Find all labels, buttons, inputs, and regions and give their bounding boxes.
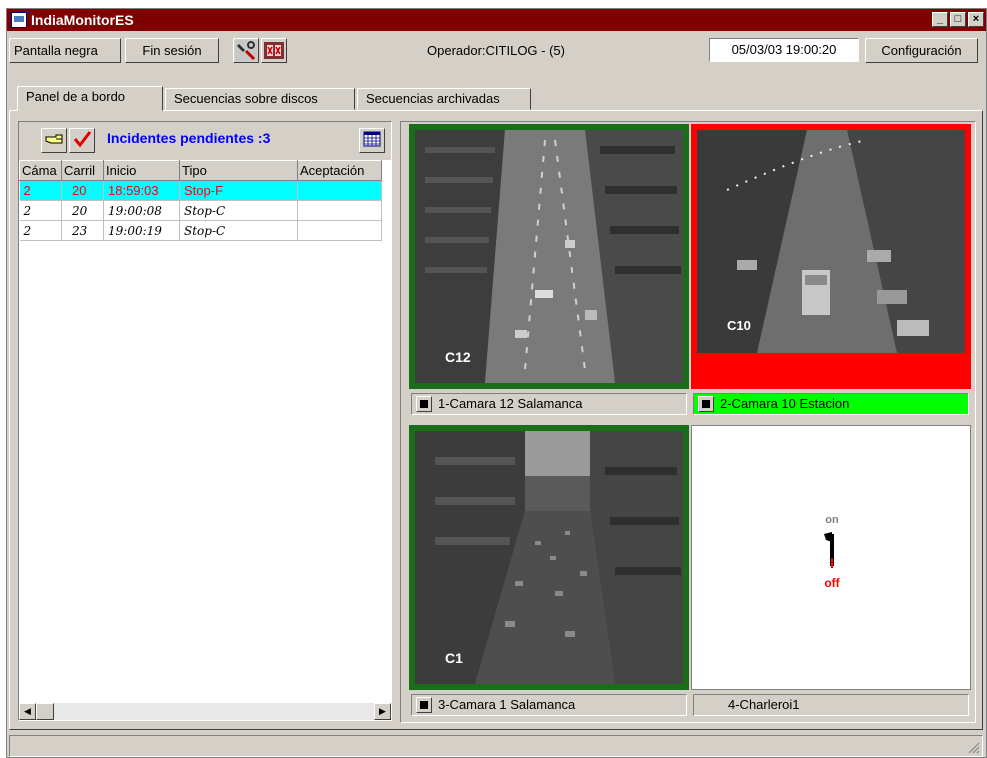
tab-archived-sequences[interactable]: Secuencias archivadas xyxy=(357,88,531,110)
cell-lane: 20 xyxy=(61,180,104,201)
col-lane[interactable]: Carril xyxy=(61,160,104,181)
dashboard-panel: Incidentes pendientes :3 Cáma Carril Ini… xyxy=(9,110,983,730)
camera-label-2[interactable]: 2-Camara 10 Estacion xyxy=(693,393,969,415)
cell-type: Stop-C xyxy=(179,200,298,221)
col-camera[interactable]: Cáma xyxy=(19,160,62,181)
tools-button[interactable] xyxy=(233,38,259,63)
resize-grip-icon[interactable] xyxy=(966,740,980,754)
scroll-right-button[interactable]: ▶ xyxy=(374,703,391,720)
tab-disk-sequences[interactable]: Secuencias sobre discos xyxy=(165,88,355,110)
config-button[interactable]: Configuración xyxy=(865,38,978,63)
camera-name-4: 4-Charleroi1 xyxy=(728,697,800,712)
table-row[interactable]: 2 20 18:59:03 Stop-F xyxy=(19,180,382,201)
camera-label-1[interactable]: 1-Camara 12 Salamanca xyxy=(411,393,687,415)
camera-grid: C12 1-Camara 12 Salamanca C10 2-Camara 1… xyxy=(400,121,976,723)
cell-start: 18:59:03 xyxy=(103,180,180,201)
camera-select-1[interactable] xyxy=(416,396,432,412)
incidents-title: Incidentes pendientes :3 xyxy=(107,130,271,146)
camera-overlay-text: C10 xyxy=(727,318,751,333)
tab-strip: Panel de a bordo Secuencias sobre discos… xyxy=(7,86,986,111)
switch-off-label: off xyxy=(824,576,840,590)
switch-on-label: on xyxy=(825,514,839,526)
camera-overlay-text: C12 xyxy=(445,349,471,365)
cell-camera: 2 xyxy=(19,200,62,221)
camera-name-3: 3-Camara 1 Salamanca xyxy=(438,697,576,712)
camera-tile-1: C12 1-Camara 12 Salamanca xyxy=(409,124,689,424)
col-acceptance[interactable]: Aceptación xyxy=(297,160,382,181)
logout-button[interactable]: Fin sesión xyxy=(125,38,219,63)
camera-label-4[interactable]: 4-Charleroi1 xyxy=(693,694,969,716)
status-bar xyxy=(9,735,983,757)
cell-start: 19:00:19 xyxy=(103,220,180,241)
toolbar: Pantalla negra Fin sesión Operador:CITIL… xyxy=(7,36,986,66)
camera-label-3[interactable]: 3-Camara 1 Salamanca xyxy=(411,694,687,716)
cell-lane: 20 xyxy=(61,200,104,221)
calendar-icon xyxy=(363,131,381,147)
cell-camera: 2 xyxy=(19,180,62,201)
col-start[interactable]: Inicio xyxy=(103,160,180,181)
scroll-thumb[interactable] xyxy=(36,703,54,720)
cell-type: Stop-C xyxy=(179,220,298,241)
camera-feed-2[interactable]: C10 xyxy=(691,124,971,389)
camera-select-2[interactable] xyxy=(698,396,714,412)
checkmark-icon xyxy=(73,131,92,148)
table-row[interactable]: 2 20 19:00:08 Stop-C xyxy=(19,200,382,221)
camera-name-1: 1-Camara 12 Salamanca xyxy=(438,396,583,411)
window-title: IndiaMonitorES xyxy=(31,12,134,28)
camera-tile-2: C10 2-Camara 10 Estacion xyxy=(691,124,971,424)
street-scene-image: C10 xyxy=(697,130,965,353)
black-screen-button[interactable]: Pantalla negra xyxy=(9,38,121,63)
point-button[interactable] xyxy=(41,128,67,153)
table-header: Cáma Carril Inicio Tipo Aceptación xyxy=(19,160,382,181)
cell-camera: 2 xyxy=(19,220,62,241)
datetime-display: 05/03/03 19:00:20 xyxy=(709,38,859,62)
calendar-button[interactable] xyxy=(359,128,385,153)
tab-dashboard[interactable]: Panel de a bordo xyxy=(17,86,163,111)
app-window: IndiaMonitorES _ □ × Pantalla negra Fin … xyxy=(6,8,987,758)
cell-start: 19:00:08 xyxy=(103,200,180,221)
street-scene-image: C1 xyxy=(415,431,683,684)
camera-tile-3: C1 3-Camara 1 Salamanca xyxy=(409,425,689,725)
incidents-panel: Incidentes pendientes :3 Cáma Carril Ini… xyxy=(18,121,392,721)
camera-feed-3[interactable]: C1 xyxy=(409,425,689,690)
camera-feed-4[interactable]: on off xyxy=(691,425,971,690)
camera-select-3[interactable] xyxy=(416,697,432,713)
acknowledge-button[interactable] xyxy=(69,128,95,153)
cell-acceptance xyxy=(297,180,382,201)
app-icon xyxy=(11,12,27,28)
camera-overlay-text: C1 xyxy=(445,650,463,666)
cell-type: Stop-F xyxy=(179,180,298,201)
table-row[interactable]: 2 23 19:00:19 Stop-C xyxy=(19,220,382,241)
street-scene-image: C12 xyxy=(415,130,683,383)
incidents-toolbar: Incidentes pendientes :3 xyxy=(19,122,391,160)
film-icon xyxy=(264,42,284,59)
cell-lane: 23 xyxy=(61,220,104,241)
camera-tile-4: on off 4-Charleroi1 xyxy=(691,425,971,725)
cell-acceptance xyxy=(297,220,382,241)
close-button[interactable]: × xyxy=(968,12,984,27)
power-switch-icon xyxy=(824,532,834,568)
pointing-hand-icon xyxy=(45,134,63,144)
col-type[interactable]: Tipo xyxy=(179,160,298,181)
operator-label: Operador:CITILOG - (5) xyxy=(427,43,565,58)
camera-feed-1[interactable]: C12 xyxy=(409,124,689,389)
scroll-left-button[interactable]: ◀ xyxy=(19,703,36,720)
camera-name-2: 2-Camara 10 Estacion xyxy=(720,396,850,411)
minimize-button[interactable]: _ xyxy=(932,12,948,27)
cell-acceptance xyxy=(297,200,382,221)
incidents-table: Cáma Carril Inicio Tipo Aceptación 2 20 … xyxy=(19,160,382,241)
tools-icon xyxy=(235,40,257,61)
film-button[interactable] xyxy=(261,38,287,63)
horizontal-scrollbar[interactable]: ◀ ▶ xyxy=(19,703,391,720)
title-bar[interactable]: IndiaMonitorES _ □ × xyxy=(7,9,986,31)
maximize-button[interactable]: □ xyxy=(950,12,966,27)
